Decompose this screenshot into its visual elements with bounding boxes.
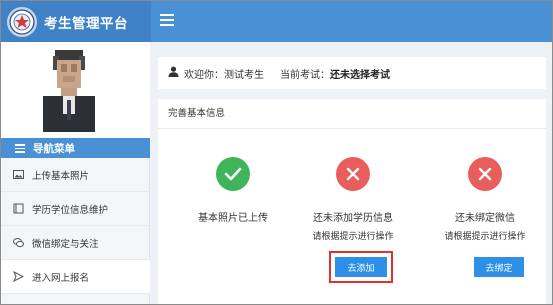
close-icon [336, 157, 370, 191]
app-title: 考生管理平台 [44, 15, 128, 32]
sidebar: 导航菜单 上传基本照片 学历学位信息维护 微信绑定与关注 进入网上报名 [1, 42, 150, 304]
image-icon [13, 169, 24, 180]
list-icon [15, 144, 25, 153]
step-title: 基本照片已上传 [198, 213, 268, 224]
step-photo: 基本照片已上传 [178, 157, 288, 224]
step-education: 还未添加学历信息 请根据提示进行操作 [298, 157, 408, 242]
avatar [39, 48, 99, 132]
logo [7, 6, 37, 37]
add-education-button[interactable]: 去添加 [335, 257, 387, 277]
sidebar-item-label: 微信绑定与关注 [32, 238, 99, 250]
welcome-greeting: 欢迎你：测试考生 [184, 69, 264, 81]
current-exam-label: 当前考试： [280, 69, 330, 81]
sidebar-item-online-registration[interactable]: 进入网上报名 [1, 260, 150, 294]
top-bar: 考生管理平台 [1, 1, 552, 42]
sidebar-item-label: 进入网上报名 [32, 272, 90, 284]
avatar-area [1, 42, 150, 138]
nav-menu-header: 导航菜单 [1, 138, 150, 158]
chat-bubbles-icon [13, 237, 24, 248]
brand: 考生管理平台 [1, 1, 151, 42]
user-icon [168, 66, 179, 80]
sidebar-item-upload-photo[interactable]: 上传基本照片 [1, 158, 150, 192]
complete-info-panel: 完善基本信息 基本照片已上传 还未添加学历信息 请根据提示进行操作 去添加 还未… [158, 99, 546, 304]
app-window: 考生管理平台 导航菜单 上传基本照片 学历学位信息维护 微信绑定与关注 进入网上… [0, 0, 553, 305]
current-exam-value: 还未选择考试 [330, 69, 390, 81]
book-icon [13, 203, 24, 214]
step-hint: 请根据提示进行操作 [444, 232, 526, 242]
bind-wechat-button[interactable]: 去绑定 [474, 257, 524, 277]
menu-toggle-icon[interactable] [160, 14, 174, 26]
close-icon [468, 157, 502, 191]
panel-title: 完善基本信息 [158, 99, 546, 129]
sidebar-item-education[interactable]: 学历学位信息维护 [1, 192, 150, 226]
welcome-bar: 欢迎你：测试考生 当前考试： 还未选择考试 [158, 57, 546, 89]
step-wechat: 还未绑定微信 请根据提示进行操作 [430, 157, 540, 242]
step-title: 还未绑定微信 [455, 213, 515, 224]
sidebar-item-label: 学历学位信息维护 [32, 204, 109, 216]
sidebar-item-wechat[interactable]: 微信绑定与关注 [1, 226, 150, 260]
step-hint: 请根据提示进行操作 [312, 232, 394, 242]
step-title: 还未添加学历信息 [313, 213, 393, 224]
send-icon [13, 271, 24, 282]
sidebar-item-label: 上传基本照片 [32, 170, 90, 182]
nav-menu-title: 导航菜单 [33, 142, 75, 155]
check-icon [216, 157, 250, 191]
